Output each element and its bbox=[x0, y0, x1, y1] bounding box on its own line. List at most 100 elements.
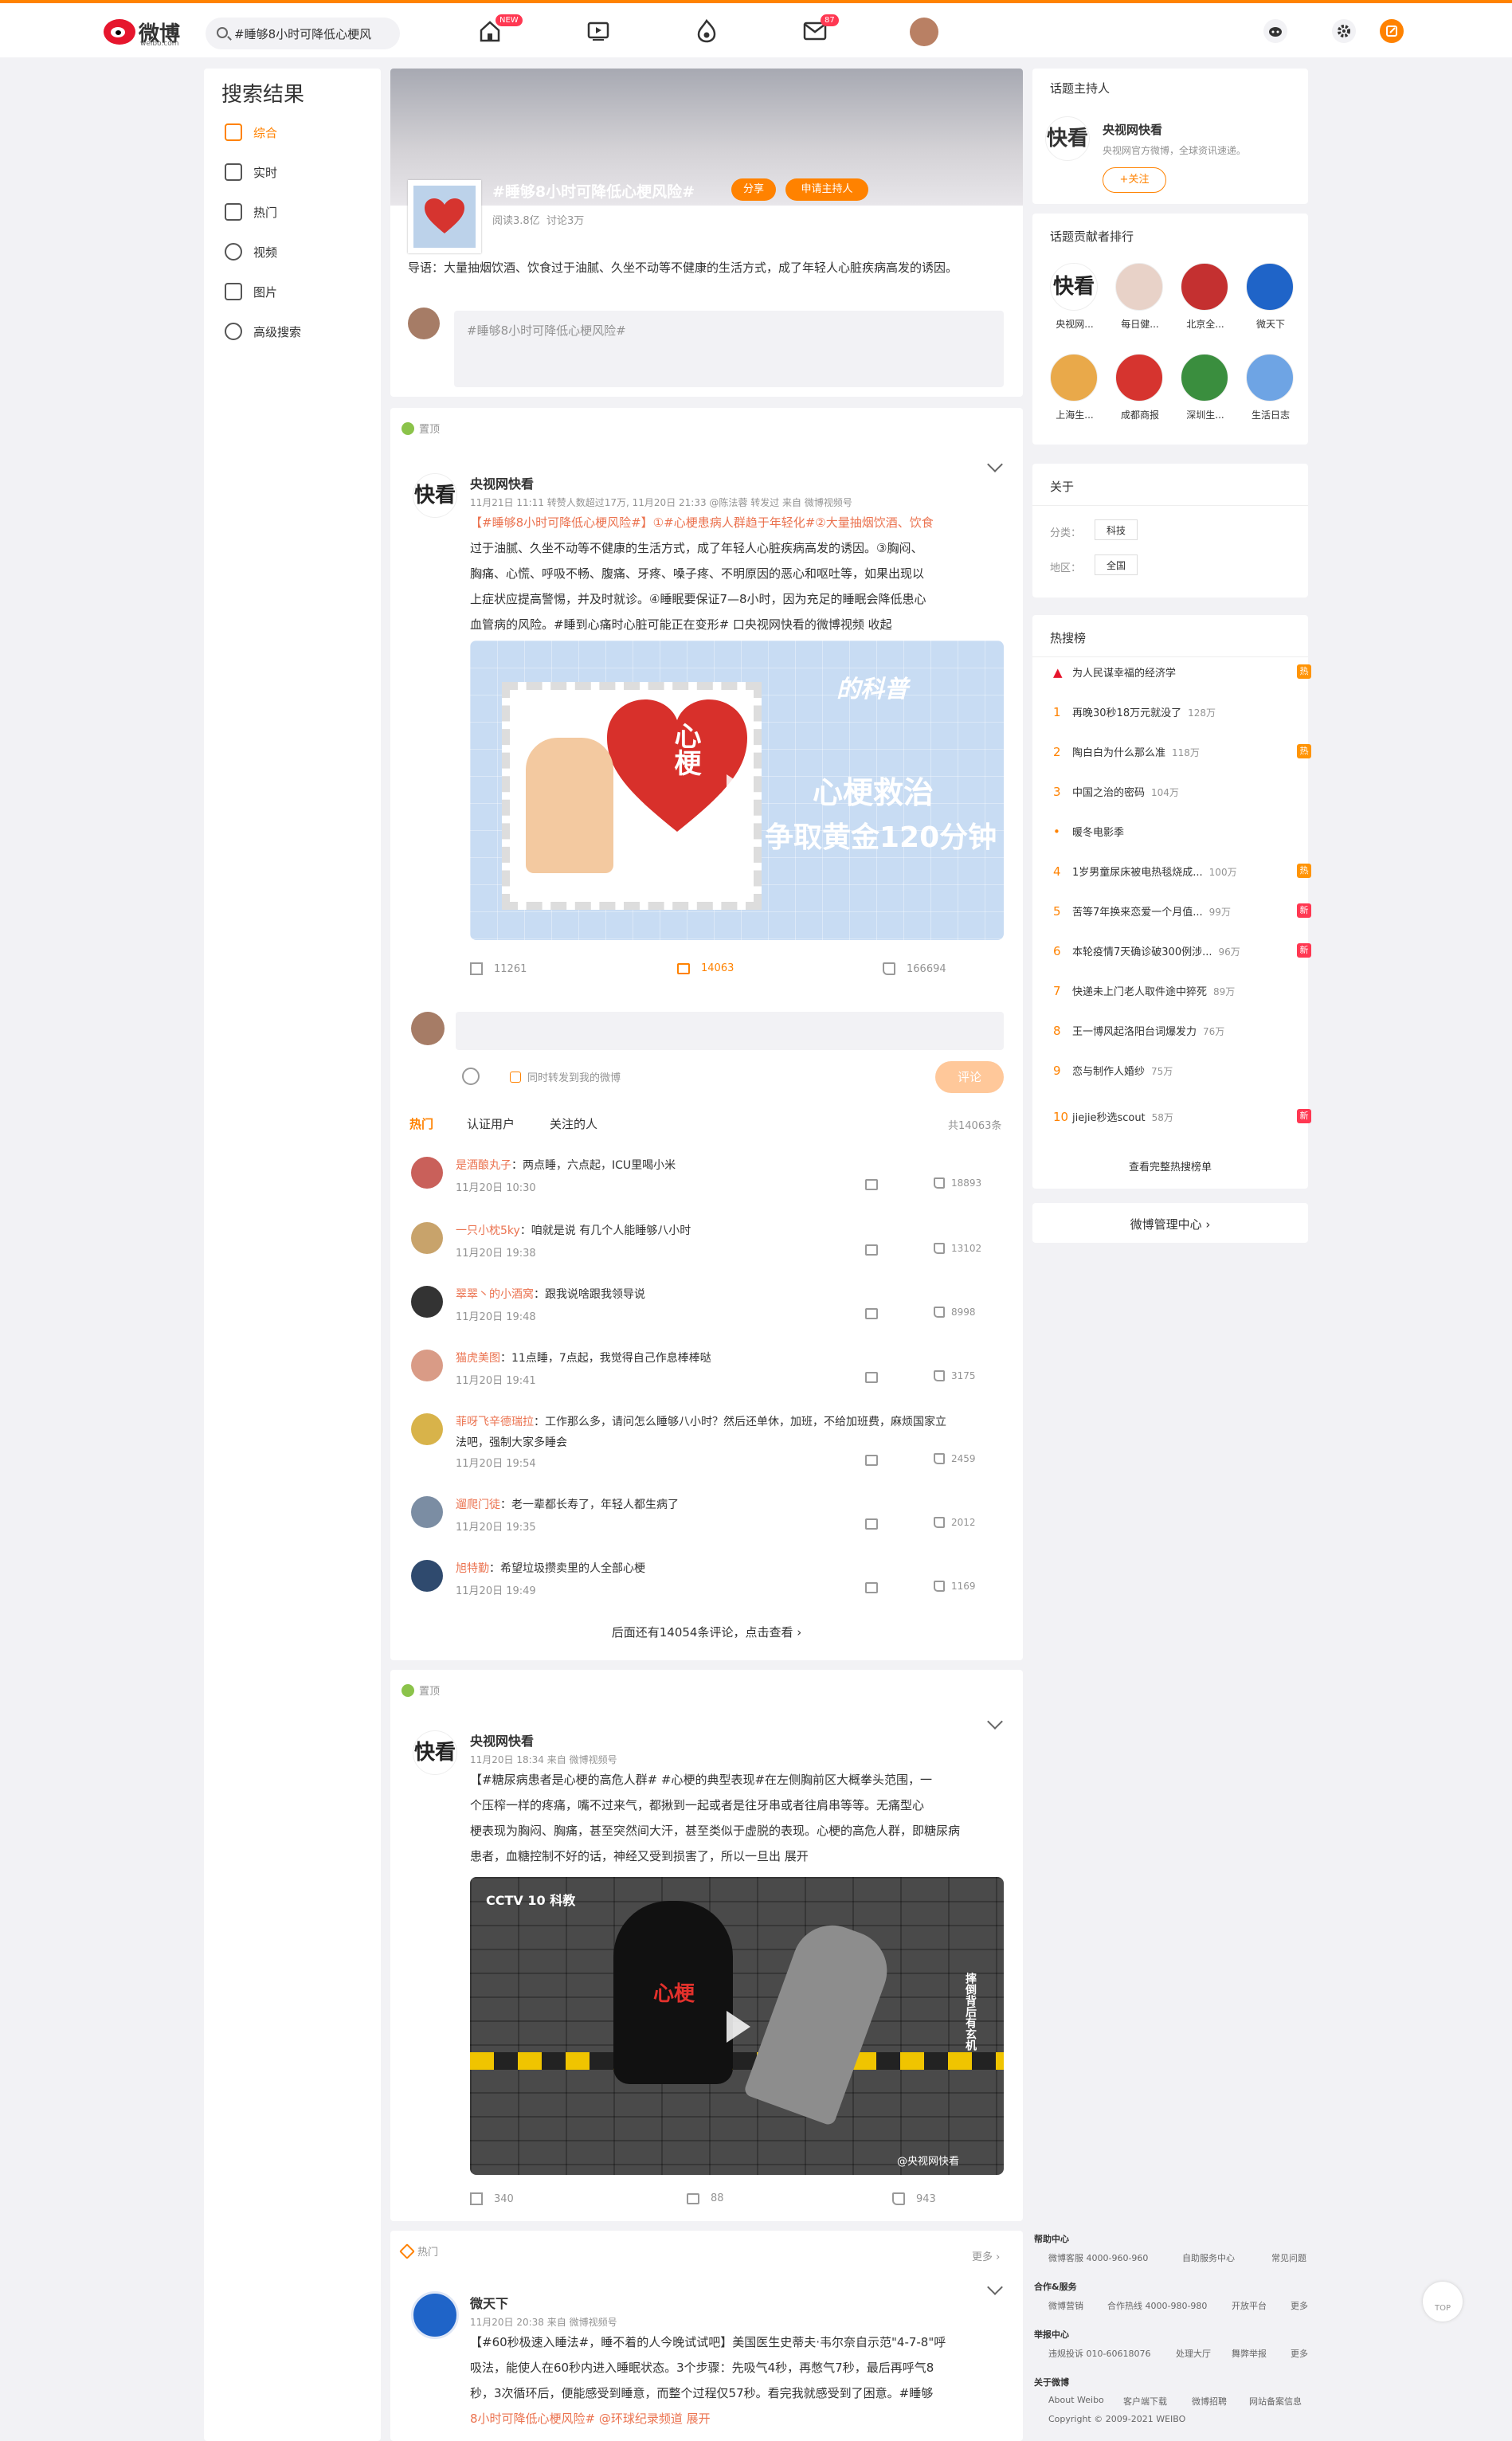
commenter-name[interactable]: 是酒酿丸子：两点睡，六点起，ICU里喝小米 bbox=[456, 1157, 676, 1173]
search-input[interactable] bbox=[234, 18, 394, 49]
commenter-avatar[interactable] bbox=[411, 1222, 443, 1254]
hot-search-row[interactable]: 6 本轮疫情7天确诊破300例涉... 96万 新 bbox=[1053, 943, 1311, 958]
home-icon[interactable]: NEW bbox=[476, 14, 523, 45]
hot-flame-icon[interactable] bbox=[693, 18, 720, 45]
chat-bot-icon[interactable] bbox=[1263, 19, 1287, 43]
full-hot-list-link[interactable]: 查看完整热搜榜单 bbox=[1032, 1158, 1308, 1173]
commenter-avatar[interactable] bbox=[411, 1413, 443, 1445]
comment-like[interactable]: 1169 bbox=[934, 1581, 976, 1592]
author-avatar[interactable] bbox=[411, 2291, 459, 2339]
sidebar-item-video[interactable]: 视频 bbox=[225, 242, 277, 261]
comment-like[interactable]: 18893 bbox=[934, 1177, 981, 1189]
commenter-avatar[interactable] bbox=[411, 1496, 443, 1528]
footer-link[interactable]: 客户端下载 bbox=[1123, 2395, 1167, 2408]
message-icon[interactable]: 87 bbox=[801, 14, 839, 45]
area-tag[interactable]: 全国 bbox=[1095, 554, 1138, 575]
comment-like[interactable]: 8998 bbox=[934, 1307, 976, 1318]
footer-link[interactable]: About Weibo bbox=[1048, 2395, 1104, 2405]
reply-icon[interactable] bbox=[865, 1244, 878, 1256]
more-comments-link[interactable]: 后面还有14054条评论，点击查看 › bbox=[390, 1624, 1023, 1640]
post-menu-chevron-icon[interactable] bbox=[987, 456, 1003, 472]
author-name[interactable]: 微天下 bbox=[470, 2293, 508, 2312]
author-avatar[interactable]: 快看 bbox=[413, 1730, 457, 1775]
reply-icon[interactable] bbox=[865, 1455, 878, 1466]
weibo-manage-card[interactable]: 微博管理中心 › bbox=[1032, 1203, 1308, 1243]
hot-search-row[interactable]: 2 陶白白为什么那么准 118万 热 bbox=[1053, 744, 1311, 759]
weibo-logo[interactable]: 微博 weibo.com bbox=[104, 16, 195, 48]
comment-input[interactable] bbox=[456, 1012, 1004, 1050]
footer-link[interactable]: 自助服务中心 bbox=[1182, 2251, 1235, 2264]
post-video-1[interactable]: 心梗 的科普 心梗救治 争取黄金120分钟 bbox=[470, 641, 1004, 940]
apply-host-button[interactable]: 申请主持人 bbox=[785, 178, 868, 201]
commenter-name[interactable]: 猫虎美图：11点睡，7点起，我觉得自己作息棒棒哒 bbox=[456, 1350, 711, 1365]
footer-link[interactable]: 违规投诉 010-60618076 bbox=[1048, 2347, 1150, 2360]
author-name[interactable]: 央视网快看 bbox=[470, 473, 534, 492]
author-avatar[interactable]: 快看 bbox=[413, 473, 457, 518]
rank-item[interactable]: 快看 央视网... bbox=[1047, 263, 1103, 343]
more-link[interactable]: 更多 › bbox=[972, 2248, 1000, 2263]
sidebar-item-image[interactable]: 图片 bbox=[225, 282, 277, 301]
tab-following[interactable]: 关注的人 bbox=[550, 1115, 597, 1132]
share-button[interactable]: 分享 bbox=[731, 178, 776, 201]
repost-checkbox[interactable]: 同时转发到我的微博 bbox=[510, 1069, 621, 1084]
sidebar-item-advanced-search[interactable]: 高级搜索 bbox=[225, 322, 301, 341]
comment-action[interactable]: 88 bbox=[687, 2192, 724, 2204]
tab-hot-comments[interactable]: 热门 bbox=[409, 1115, 433, 1132]
footer-link[interactable]: 合作热线 4000-980-980 bbox=[1107, 2299, 1207, 2312]
repost-action[interactable]: 11261 bbox=[470, 962, 527, 975]
submit-comment-button[interactable]: 评论 bbox=[935, 1061, 1004, 1093]
search-box[interactable] bbox=[206, 18, 400, 49]
hot-search-row[interactable]: 3 中国之治的密码 104万 bbox=[1053, 784, 1179, 799]
rank-item[interactable]: 北京全... bbox=[1177, 263, 1233, 343]
reply-icon[interactable] bbox=[865, 1308, 878, 1319]
footer-link[interactable]: 舞弊举报 bbox=[1232, 2347, 1267, 2360]
commenter-name[interactable]: 旭特勤：希望垃圾攒卖里的人全部心梗 bbox=[456, 1560, 645, 1576]
rank-item[interactable]: 微天下 bbox=[1243, 263, 1299, 343]
hot-pinned-row[interactable]: ▲ 为人民谋幸福的经济学热 bbox=[1053, 664, 1311, 680]
like-action[interactable]: 943 bbox=[892, 2192, 936, 2205]
post-video-2[interactable]: CCTV 10 科教 心梗 摔倒背后有玄机 @央视网快看 bbox=[470, 1877, 1004, 2175]
commenter-name[interactable]: 一只小枕5ky：咱就是说 有几个人能睡够八小时 bbox=[456, 1222, 691, 1238]
rank-item[interactable]: 每日健... bbox=[1112, 263, 1168, 343]
category-tag[interactable]: 科技 bbox=[1095, 519, 1138, 540]
post-menu-chevron-icon[interactable] bbox=[987, 1714, 1003, 1730]
reply-icon[interactable] bbox=[865, 1372, 878, 1383]
footer-link[interactable]: 更多 bbox=[1291, 2347, 1308, 2360]
rank-item[interactable]: 深圳生... bbox=[1177, 354, 1233, 433]
author-name[interactable]: 央视网快看 bbox=[470, 1730, 534, 1749]
footer-link[interactable]: 常见问题 bbox=[1271, 2251, 1306, 2264]
hot-search-row[interactable]: 5 苦等7年换来恋爱一个月值... 99万 新 bbox=[1053, 903, 1311, 919]
footer-link[interactable]: 网站备案信息 bbox=[1249, 2395, 1302, 2408]
commenter-avatar[interactable] bbox=[411, 1560, 443, 1592]
hot-search-row[interactable]: 7 快递未上门老人取件途中猝死 89万 bbox=[1053, 983, 1235, 998]
hot-search-row[interactable]: • 暖冬电影季 bbox=[1053, 824, 1130, 839]
comment-like[interactable]: 13102 bbox=[934, 1243, 981, 1254]
hot-search-row[interactable]: 4 1岁男童尿床被电热毯烧成... 100万 热 bbox=[1053, 864, 1311, 879]
footer-link[interactable]: 处理大厅 bbox=[1176, 2347, 1211, 2360]
comment-like[interactable]: 2459 bbox=[934, 1453, 976, 1464]
reply-icon[interactable] bbox=[865, 1518, 878, 1530]
footer-link[interactable]: 微博招聘 bbox=[1192, 2395, 1227, 2408]
footer-link[interactable]: 更多 bbox=[1291, 2299, 1308, 2312]
comment-like[interactable]: 2012 bbox=[934, 1517, 976, 1528]
video-play-icon[interactable] bbox=[727, 774, 750, 806]
like-action[interactable]: 166694 bbox=[883, 962, 946, 975]
video-icon[interactable] bbox=[585, 18, 612, 45]
rank-item[interactable]: 上海生... bbox=[1047, 354, 1103, 433]
tab-verified-users[interactable]: 认证用户 bbox=[467, 1115, 515, 1132]
hot-search-row[interactable]: 8 王一博风起洛阳台词爆发力 76万 bbox=[1053, 1023, 1224, 1038]
commenter-name[interactable]: 遛爬门徒：老一辈都长寿了，年轻人都生病了 bbox=[456, 1496, 679, 1512]
sidebar-item-comprehensive[interactable]: 综合 bbox=[225, 123, 277, 142]
sidebar-item-hot[interactable]: 热门 bbox=[225, 202, 277, 221]
user-avatar[interactable] bbox=[910, 18, 938, 46]
back-to-top-button[interactable]: TOP bbox=[1423, 2282, 1463, 2321]
comment-like[interactable]: 3175 bbox=[934, 1370, 976, 1381]
rank-item[interactable]: 成都商报 bbox=[1112, 354, 1168, 433]
commenter-avatar[interactable] bbox=[411, 1286, 443, 1318]
sidebar-item-realtime[interactable]: 实时 bbox=[225, 163, 277, 182]
reply-icon[interactable] bbox=[865, 1179, 878, 1190]
commenter-avatar[interactable] bbox=[411, 1350, 443, 1381]
commenter-name[interactable]: 翠翠丶的小酒窝：跟我说啥跟我领导说 bbox=[456, 1286, 645, 1302]
host-avatar[interactable]: 快看 bbox=[1045, 116, 1090, 161]
host-name[interactable]: 央视网快看 bbox=[1103, 121, 1162, 138]
